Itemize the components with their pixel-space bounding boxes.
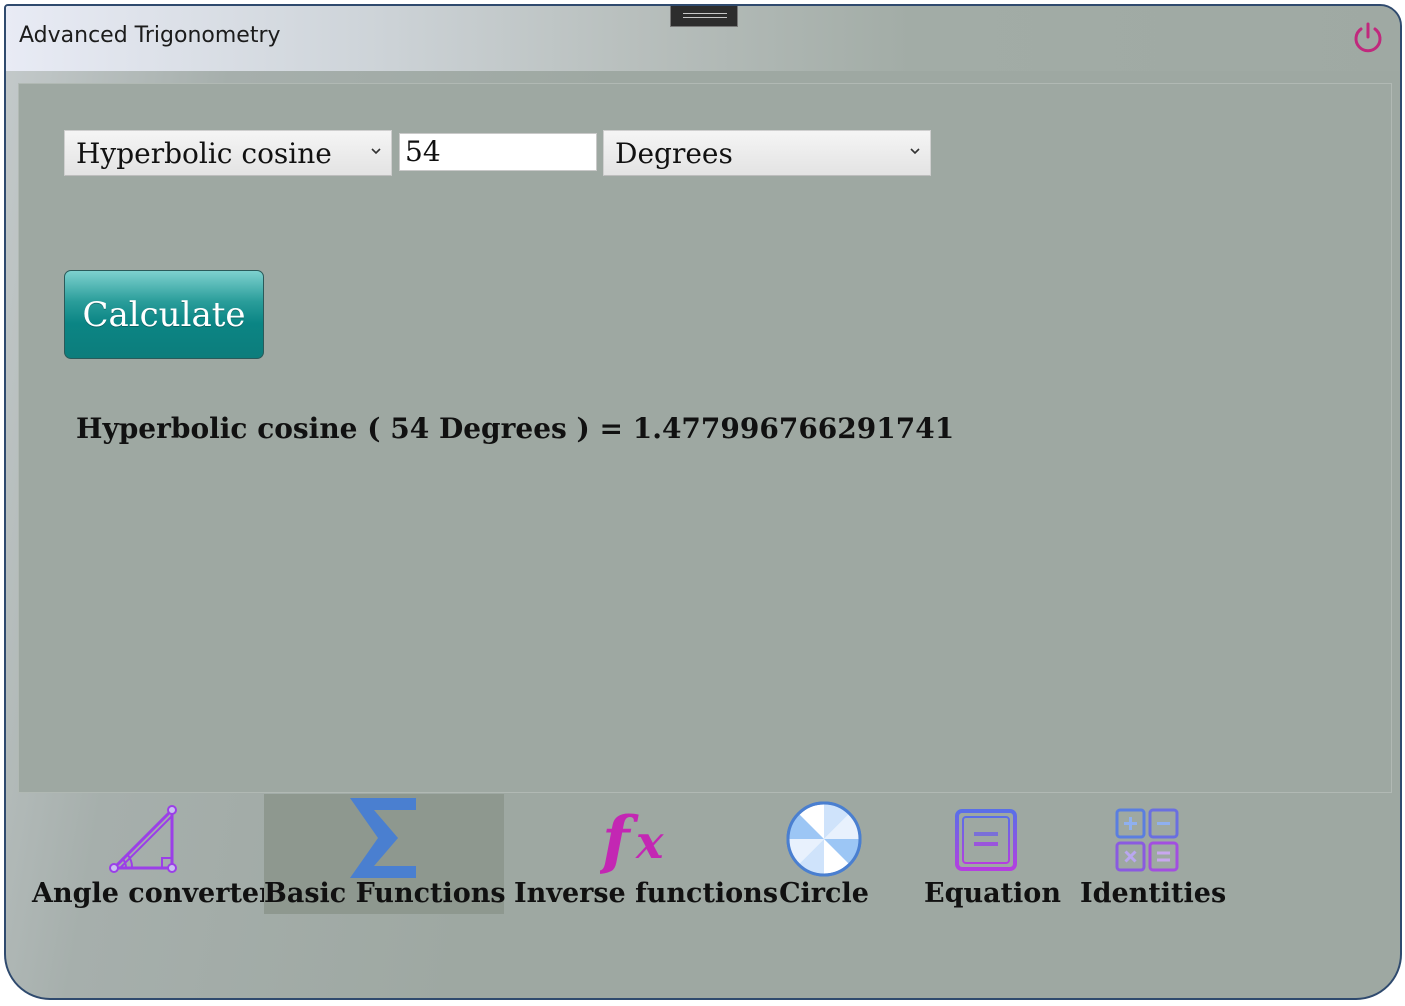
result-text: Hyperbolic cosine ( 54 Degrees ) = 1.477…	[76, 412, 955, 445]
unit-select[interactable]: Degrees	[603, 130, 931, 176]
nav-label: Circle	[779, 878, 869, 909]
svg-text:f: f	[600, 803, 639, 874]
angle-input[interactable]: 54	[399, 133, 597, 171]
calculator-icon	[1115, 808, 1179, 872]
nav-equation[interactable]: Equation	[924, 794, 1061, 914]
nav-inverse-functions[interactable]: f x Inverse functions	[514, 794, 779, 914]
function-select-value: Hyperbolic cosine	[76, 137, 332, 170]
app-window: Advanced Trigonometry Hyperbolic cosine …	[4, 4, 1402, 1000]
nav-identities[interactable]: Identities	[1080, 794, 1227, 914]
nav-label: Angle converter	[32, 878, 274, 909]
chevron-down-icon	[371, 148, 381, 155]
drag-handle[interactable]	[670, 6, 738, 27]
window-title: Advanced Trigonometry	[19, 23, 281, 48]
calculate-button[interactable]: Calculate	[64, 270, 264, 359]
unit-select-value: Degrees	[615, 137, 733, 170]
fx-icon: f x	[600, 803, 664, 874]
chevron-down-icon	[910, 148, 920, 155]
svg-text:x: x	[635, 815, 664, 869]
nav-circle[interactable]: Circle	[776, 794, 872, 914]
nav-label: Basic Functions	[264, 878, 506, 909]
nav-basic-functions[interactable]: Basic Functions	[264, 794, 506, 914]
title-bar[interactable]: Advanced Trigonometry	[6, 6, 1400, 71]
bottom-nav: Angle converter Basic Functions f x Inve…	[6, 794, 1400, 924]
nav-label: Identities	[1080, 878, 1227, 909]
nav-angle-converter[interactable]: Angle converter	[32, 794, 274, 914]
circle-icon	[786, 801, 862, 877]
function-select[interactable]: Hyperbolic cosine	[64, 130, 392, 176]
nav-label: Inverse functions	[514, 878, 779, 909]
power-icon[interactable]	[1350, 20, 1386, 56]
nav-label: Equation	[924, 878, 1061, 909]
sigma-icon	[350, 798, 416, 878]
triangle-angle-icon	[109, 805, 177, 873]
equals-icon	[955, 809, 1017, 871]
main-panel: Hyperbolic cosine 54 Degrees Calculate H…	[18, 83, 1392, 793]
